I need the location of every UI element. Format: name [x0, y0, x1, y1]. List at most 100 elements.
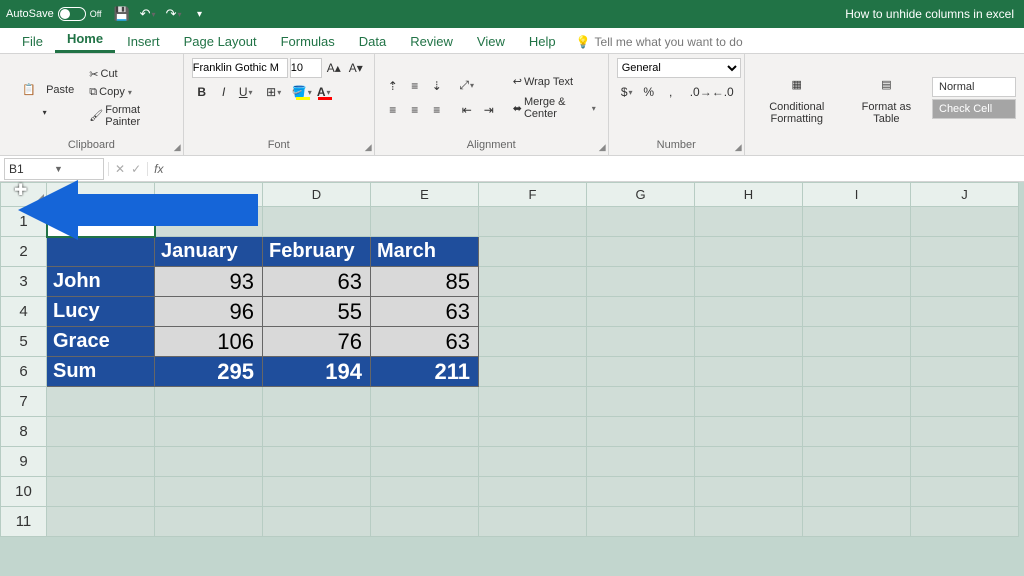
cell-r11-c3[interactable] — [371, 507, 479, 537]
cell-r3-c0[interactable]: John — [47, 267, 155, 297]
underline-button[interactable]: U — [236, 82, 256, 102]
cell-r10-c5[interactable] — [587, 477, 695, 507]
cell-r7-c2[interactable] — [263, 387, 371, 417]
cell-r11-c8[interactable] — [911, 507, 1019, 537]
cell-r3-c6[interactable] — [695, 267, 803, 297]
cell-r2-c7[interactable] — [803, 237, 911, 267]
cell-r2-c5[interactable] — [587, 237, 695, 267]
orientation-icon[interactable]: ⤢ — [457, 76, 477, 96]
cell-r9-c5[interactable] — [587, 447, 695, 477]
cell-r7-c4[interactable] — [479, 387, 587, 417]
decrease-indent-icon[interactable]: ⇤ — [457, 100, 477, 120]
decrease-font-icon[interactable]: A▾ — [346, 58, 366, 78]
row-header-3[interactable]: 3 — [1, 267, 47, 297]
cut-button[interactable]: ✂Cut — [85, 66, 174, 83]
cell-r8-c5[interactable] — [587, 417, 695, 447]
cell-r9-c4[interactable] — [479, 447, 587, 477]
cell-r6-c3[interactable]: 211 — [371, 357, 479, 387]
wrap-text-button[interactable]: ↩Wrap Text — [509, 73, 600, 90]
col-header-1[interactable] — [155, 183, 263, 207]
col-header-6[interactable]: H — [695, 183, 803, 207]
cell-r3-c1[interactable]: 93 — [155, 267, 263, 297]
cell-r8-c1[interactable] — [155, 417, 263, 447]
cell-r7-c1[interactable] — [155, 387, 263, 417]
cell-r3-c4[interactable] — [479, 267, 587, 297]
cell-r7-c5[interactable] — [587, 387, 695, 417]
font-color-button[interactable]: A — [314, 82, 334, 102]
cell-r11-c6[interactable] — [695, 507, 803, 537]
cell-r6-c2[interactable]: 194 — [263, 357, 371, 387]
cell-r5-c3[interactable]: 63 — [371, 327, 479, 357]
cell-r10-c4[interactable] — [479, 477, 587, 507]
paste-button[interactable]: 📋 Paste ▾ — [8, 74, 81, 121]
dialog-launcher-icon[interactable]: ◢ — [365, 142, 372, 153]
font-name-select[interactable] — [192, 58, 288, 78]
save-icon[interactable]: 💾 — [114, 6, 130, 22]
cell-r10-c3[interactable] — [371, 477, 479, 507]
col-header-8[interactable]: J — [911, 183, 1019, 207]
cell-r1-c0[interactable] — [47, 207, 155, 237]
cell-r6-c1[interactable]: 295 — [155, 357, 263, 387]
tab-help[interactable]: Help — [517, 30, 568, 53]
row-header-4[interactable]: 4 — [1, 297, 47, 327]
row-header-7[interactable]: 7 — [1, 387, 47, 417]
cell-r10-c6[interactable] — [695, 477, 803, 507]
tab-review[interactable]: Review — [398, 30, 465, 53]
cell-r1-c8[interactable] — [911, 207, 1019, 237]
tab-formulas[interactable]: Formulas — [269, 30, 347, 53]
cell-r11-c5[interactable] — [587, 507, 695, 537]
align-top-icon[interactable]: ⇡ — [383, 76, 403, 96]
cell-r5-c0[interactable]: Grace — [47, 327, 155, 357]
name-box[interactable]: B1 ▼ — [4, 158, 104, 180]
cell-r6-c5[interactable] — [587, 357, 695, 387]
copy-button[interactable]: ⧉Copy — [85, 84, 174, 101]
cancel-formula-icon[interactable]: ✕ — [115, 162, 125, 176]
merge-center-button[interactable]: ⬌Merge & Center — [509, 94, 600, 122]
cell-r3-c2[interactable]: 63 — [263, 267, 371, 297]
undo-icon[interactable]: ↶ — [140, 6, 156, 22]
cell-r1-c2[interactable] — [263, 207, 371, 237]
cell-r8-c7[interactable] — [803, 417, 911, 447]
cell-r2-c1[interactable]: January — [155, 237, 263, 267]
align-middle-icon[interactable]: ≡ — [405, 76, 425, 96]
cell-style-normal[interactable]: Normal — [932, 77, 1016, 97]
cell-r7-c8[interactable] — [911, 387, 1019, 417]
align-center-icon[interactable]: ≡ — [405, 100, 425, 120]
cell-r5-c2[interactable]: 76 — [263, 327, 371, 357]
tell-me-search[interactable]: 💡 Tell me what you want to do — [576, 35, 743, 53]
cell-r1-c7[interactable] — [803, 207, 911, 237]
redo-icon[interactable]: ↷ — [166, 6, 182, 22]
col-header-2[interactable]: D — [263, 183, 371, 207]
cell-r3-c7[interactable] — [803, 267, 911, 297]
row-header-9[interactable]: 9 — [1, 447, 47, 477]
decrease-decimal-icon[interactable]: ←.0 — [713, 82, 733, 102]
cell-r2-c6[interactable] — [695, 237, 803, 267]
cell-r4-c2[interactable]: 55 — [263, 297, 371, 327]
fx-icon[interactable]: fx — [148, 162, 169, 176]
increase-decimal-icon[interactable]: .0→ — [691, 82, 711, 102]
col-header-5[interactable]: G — [587, 183, 695, 207]
cell-r6-c7[interactable] — [803, 357, 911, 387]
cell-r3-c8[interactable] — [911, 267, 1019, 297]
row-header-11[interactable]: 11 — [1, 507, 47, 537]
row-header-2[interactable]: 2 — [1, 237, 47, 267]
cell-r8-c4[interactable] — [479, 417, 587, 447]
cell-r7-c3[interactable] — [371, 387, 479, 417]
cell-r5-c5[interactable] — [587, 327, 695, 357]
cell-r10-c8[interactable] — [911, 477, 1019, 507]
cell-r7-c0[interactable] — [47, 387, 155, 417]
increase-font-icon[interactable]: A▴ — [324, 58, 344, 78]
cell-style-check-cell[interactable]: Check Cell — [932, 99, 1016, 119]
col-header-7[interactable]: I — [803, 183, 911, 207]
percent-icon[interactable]: % — [639, 82, 659, 102]
cell-r9-c6[interactable] — [695, 447, 803, 477]
tab-view[interactable]: View — [465, 30, 517, 53]
cell-r5-c8[interactable] — [911, 327, 1019, 357]
cell-r11-c0[interactable] — [47, 507, 155, 537]
cell-r11-c4[interactable] — [479, 507, 587, 537]
row-header-8[interactable]: 8 — [1, 417, 47, 447]
format-painter-button[interactable]: 🖌Format Painter — [85, 102, 174, 130]
cell-r2-c3[interactable]: March — [371, 237, 479, 267]
cell-r4-c3[interactable]: 63 — [371, 297, 479, 327]
cell-r8-c0[interactable] — [47, 417, 155, 447]
